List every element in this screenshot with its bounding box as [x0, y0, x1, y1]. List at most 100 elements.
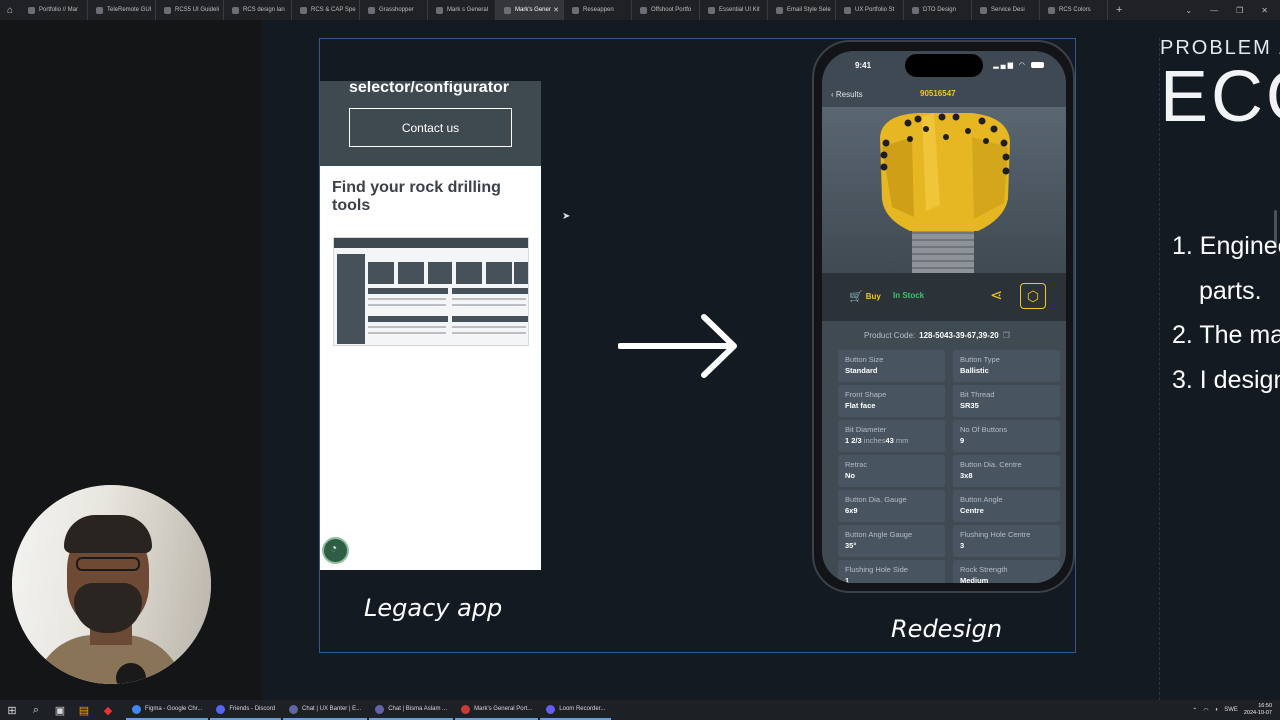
spec-label: Button Type	[960, 355, 1000, 364]
product-code-row: Product Code: 128-5043-39-67,39-20 ❐	[864, 331, 1010, 340]
spec-card: Button Dia. Gauge 6x9	[838, 490, 945, 522]
spec-value: Medium	[960, 576, 989, 583]
close-window-button[interactable]: ✕	[1261, 6, 1268, 15]
tab-label: Mark s General	[447, 7, 489, 13]
browser-tab[interactable]: Email Style Sele	[768, 0, 836, 20]
cookie-settings-icon[interactable]	[322, 537, 349, 564]
taskbar-app-label: Chat | UX Banter | E...	[302, 706, 362, 712]
spec-value: 1 2/3 inches43 mm	[845, 436, 908, 445]
tab-label: UX Portfolio St	[855, 7, 895, 13]
tab-label: RCS & CAP Spe	[311, 7, 356, 13]
taskbar-app-label: Chat | Bisma Aslam ...	[388, 706, 448, 712]
spec-card: Button Size Standard	[838, 350, 945, 382]
favicon-icon	[164, 6, 171, 14]
tab-label: RCS design lan	[243, 7, 285, 13]
redesign-phone-mockup: 9:41 ▂▄▆ ◠ ‹ Results 90516547 🛒 Buy In S…	[812, 40, 1075, 593]
taskbar-app-label: Mark's General Port...	[474, 706, 533, 712]
taskbar-app[interactable]: Mark's General Port...	[455, 700, 539, 720]
terminal-icon[interactable]: ▣	[48, 700, 72, 720]
spec-card: Button Dia. Centre 3x8	[953, 455, 1060, 487]
app-icon	[132, 704, 141, 714]
share-icon[interactable]: ⋖	[990, 286, 1003, 304]
volume-icon[interactable]: ◖	[1215, 707, 1219, 713]
tab-search-icon[interactable]: ⌄	[1185, 6, 1192, 15]
os-taskbar: ⊞ ⌕ ▣ ▤ ◆ Figma - Google Chr... Friends -…	[0, 700, 1280, 720]
minimize-button[interactable]: —	[1210, 6, 1218, 15]
taskbar-app[interactable]: Chat | UX Banter | E...	[283, 700, 368, 720]
browser-tab[interactable]: TeleRemote GUI	[88, 0, 156, 20]
tab-label: Reseappen	[583, 7, 614, 13]
close-tab-icon[interactable]: ✕	[553, 6, 559, 14]
browser-tab[interactable]: RCS Colors	[1040, 0, 1108, 20]
browser-tab[interactable]: Service Desi	[972, 0, 1040, 20]
search-icon[interactable]: ⌕	[24, 700, 48, 720]
app-icon	[546, 704, 556, 714]
spec-label: Rock Strength	[960, 565, 1008, 574]
browser-tab[interactable]: Grasshopper	[360, 0, 428, 20]
drill-bit-illustration	[880, 113, 1010, 273]
buy-button[interactable]: 🛒 Buy	[849, 290, 881, 303]
back-label: Results	[835, 90, 863, 99]
spec-number: 1 2/3	[845, 436, 862, 445]
spec-label: Button Size	[845, 355, 884, 364]
browser-tab[interactable]: Essential UI Kit	[700, 0, 768, 20]
taskbar-app[interactable]: Chat | Bisma Aslam ...	[369, 700, 454, 720]
windows-start-icon[interactable]: ⊞	[0, 700, 24, 720]
tray-chevron-icon[interactable]: ⌃	[1192, 707, 1197, 714]
spec-value: Centre	[960, 506, 984, 515]
tab-label: RCS Colors	[1059, 7, 1091, 13]
back-results-link[interactable]: ‹ Results	[831, 90, 863, 99]
redesign-caption: Redesign	[891, 615, 1003, 643]
new-tab-button[interactable]: +	[1116, 4, 1122, 16]
browser-tab[interactable]: RCS5 UI Guideli	[156, 0, 224, 20]
browser-tab[interactable]: Reseappen	[564, 0, 632, 20]
taskbar-app[interactable]: Friends - Discord	[210, 700, 282, 720]
taskbar-app[interactable]: Loom Recorder...	[540, 700, 612, 720]
network-icon[interactable]: ◠	[1203, 707, 1208, 714]
tab-label: Offshoot Portfo	[651, 7, 692, 13]
drill-bit-image	[822, 107, 1066, 273]
favicon-icon	[708, 6, 715, 14]
browser-tab[interactable]: Mark's Gener ✕	[496, 0, 564, 20]
browser-tab[interactable]: RCS & CAP Spe	[292, 0, 360, 20]
maximize-button[interactable]: ❐	[1236, 6, 1243, 15]
status-icons: ▂▄▆ ◠	[993, 61, 1044, 69]
spec-label: Button Dia. Centre	[960, 460, 1022, 469]
ar-cube-icon[interactable]: ⬡	[1020, 283, 1046, 309]
spec-value: Flat face	[845, 401, 876, 410]
home-icon[interactable]: ⌂	[0, 0, 20, 20]
app-icon	[375, 704, 385, 714]
favicon-icon	[572, 6, 579, 14]
tab-label: DTO Design	[923, 7, 956, 13]
tab-label: Service Desi	[991, 7, 1025, 13]
legacy-header: selector/configurator Contact us	[320, 81, 541, 166]
tab-label: TeleRemote GUI	[107, 7, 152, 13]
product-code-label: Product Code:	[864, 331, 916, 340]
taskbar-app[interactable]: Figma - Google Chr...	[126, 700, 209, 720]
language-indicator[interactable]: SWE	[1224, 707, 1238, 713]
browser-tab[interactable]: Mark s General	[428, 0, 496, 20]
illustrator-icon[interactable]: ▤	[72, 700, 96, 720]
webcam-bubble[interactable]	[12, 485, 211, 684]
list-item: parts.	[1199, 277, 1262, 305]
copy-icon[interactable]: ❐	[1003, 331, 1010, 340]
battery-icon	[1031, 62, 1044, 69]
browser-tab[interactable]: DTO Design	[904, 0, 972, 20]
spec-card: Retrac No	[838, 455, 945, 487]
favicon-icon	[300, 6, 307, 14]
purchase-bar: 🛒 Buy In Stock ⋖ ⬡	[822, 273, 1066, 321]
clock[interactable]: 16:50 2024-10-07	[1244, 703, 1272, 717]
browser-tab[interactable]: Portfolio // Mar	[20, 0, 88, 20]
product-details: Product Code: 128-5043-39-67,39-20 ❐ Butto…	[822, 321, 1066, 583]
browser-tab[interactable]: RCS design lan	[224, 0, 292, 20]
acrobat-icon[interactable]: ◆	[96, 700, 120, 720]
contact-us-button[interactable]: Contact us	[349, 108, 512, 147]
browser-tab[interactable]: UX Portfolio St	[836, 0, 904, 20]
product-code-value: 128-5043-39-67,39-20	[919, 331, 999, 340]
spec-unit: mm	[895, 436, 909, 445]
spec-number: 43	[885, 436, 894, 445]
browser-tab[interactable]: Offshoot Portfo	[632, 0, 700, 20]
spec-label: Flushing Hole Centre	[960, 530, 1031, 539]
spec-value: Ballistic	[960, 366, 989, 375]
tab-label: Grasshopper	[379, 7, 414, 13]
